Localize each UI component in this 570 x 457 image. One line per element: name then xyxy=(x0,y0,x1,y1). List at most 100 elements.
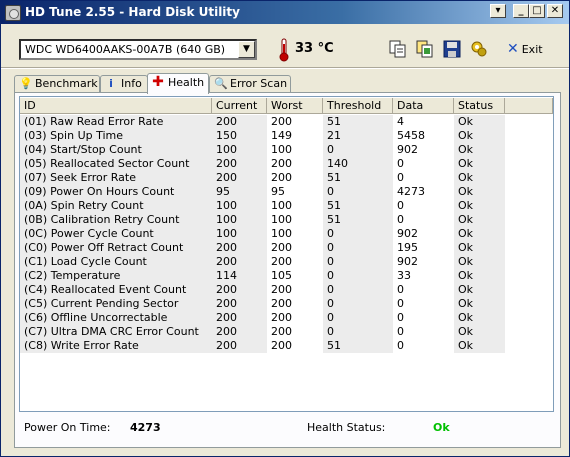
table-row[interactable]: (C2) Temperature 114 105 0 33 Ok xyxy=(20,269,553,283)
thermometer-icon xyxy=(279,38,289,62)
copy-screenshot-icon[interactable] xyxy=(414,38,436,60)
status-value: Ok xyxy=(454,129,505,143)
column-header-threshold[interactable]: Threshold xyxy=(323,98,393,114)
attribute-id: (C2) Temperature xyxy=(20,269,212,283)
table-header: ID Current Worst Threshold Data Status xyxy=(20,98,553,114)
current-value: 200 xyxy=(212,157,267,171)
current-value: 114 xyxy=(212,269,267,283)
drive-select-value: WDC WD6400AAKS-00A7B (640 GB) xyxy=(25,43,226,56)
lightbulb-icon: 💡 xyxy=(19,77,33,90)
attribute-id: (C0) Power Off Retract Count xyxy=(20,241,212,255)
table-row[interactable]: (C1) Load Cycle Count 200 200 0 902 Ok xyxy=(20,255,553,269)
raw-data-value: 902 xyxy=(393,255,454,269)
table-row[interactable]: (0C) Power Cycle Count 100 100 0 902 Ok xyxy=(20,227,553,241)
current-value: 200 xyxy=(212,311,267,325)
table-row[interactable]: (09) Power On Hours Count 95 95 0 4273 Ok xyxy=(20,185,553,199)
threshold-value: 0 xyxy=(323,185,393,199)
worst-value: 200 xyxy=(267,241,323,255)
health-status-label: Health Status: xyxy=(307,421,386,434)
threshold-value: 0 xyxy=(323,241,393,255)
tab-error-scan[interactable]: 🔍 Error Scan xyxy=(209,75,291,93)
status-value: Ok xyxy=(454,157,505,171)
exit-button[interactable]: ✕ Exit xyxy=(507,40,547,60)
threshold-value: 0 xyxy=(323,325,393,339)
worst-value: 200 xyxy=(267,325,323,339)
temperature-value: 33 °C xyxy=(295,41,334,56)
table-row[interactable]: (C4) Reallocated Event Count 200 200 0 0 Ok xyxy=(20,283,553,297)
minimize-button[interactable]: _ xyxy=(513,4,529,18)
health-status-value: Ok xyxy=(433,421,450,434)
table-row[interactable]: (07) Seek Error Rate 200 200 51 0 Ok xyxy=(20,171,553,185)
worst-value: 95 xyxy=(267,185,323,199)
chevron-down-icon[interactable]: ▼ xyxy=(238,41,255,58)
tab-health[interactable]: ✚ Health xyxy=(147,73,209,94)
table-row[interactable]: (05) Reallocated Sector Count 200 200 140 0 O… xyxy=(20,157,553,171)
scroll-down-button[interactable]: ▾ xyxy=(490,4,506,18)
table-row[interactable]: (C0) Power Off Retract Count 200 200 0 195 Ok xyxy=(20,241,553,255)
raw-data-value: 0 xyxy=(393,283,454,297)
table-row[interactable]: (0A) Spin Retry Count 100 100 51 0 Ok xyxy=(20,199,553,213)
table-row[interactable]: (04) Start/Stop Count 100 100 0 902 Ok xyxy=(20,143,553,157)
worst-value: 100 xyxy=(267,199,323,213)
attribute-id: (01) Raw Read Error Rate xyxy=(20,115,212,129)
toolbar-divider xyxy=(1,67,569,69)
threshold-value: 0 xyxy=(323,283,393,297)
column-header-worst[interactable]: Worst xyxy=(267,98,323,114)
raw-data-value: 33 xyxy=(393,269,454,283)
status-value: Ok xyxy=(454,339,505,353)
worst-value: 200 xyxy=(267,297,323,311)
attribute-id: (C1) Load Cycle Count xyxy=(20,255,212,269)
save-icon[interactable] xyxy=(441,38,463,60)
tab-info[interactable]: i Info xyxy=(100,75,148,93)
table-row[interactable]: (0B) Calibration Retry Count 100 100 51 0 Ok xyxy=(20,213,553,227)
attribute-id: (05) Reallocated Sector Count xyxy=(20,157,212,171)
worst-value: 100 xyxy=(267,143,323,157)
table-row[interactable]: (01) Raw Read Error Rate 200 200 51 4 Ok xyxy=(20,115,553,129)
current-value: 100 xyxy=(212,213,267,227)
attribute-id: (C6) Offline Uncorrectable xyxy=(20,311,212,325)
attribute-id: (09) Power On Hours Count xyxy=(20,185,212,199)
raw-data-value: 902 xyxy=(393,227,454,241)
attribute-id: (0A) Spin Retry Count xyxy=(20,199,212,213)
current-value: 95 xyxy=(212,185,267,199)
copy-info-icon[interactable] xyxy=(387,38,409,60)
table-row[interactable]: (C6) Offline Uncorrectable 200 200 0 0 Ok xyxy=(20,311,553,325)
raw-data-value: 0 xyxy=(393,199,454,213)
threshold-value: 0 xyxy=(323,227,393,241)
column-header-status[interactable]: Status xyxy=(454,98,505,114)
column-header-data[interactable]: Data xyxy=(393,98,454,114)
table-row[interactable]: (C7) Ultra DMA CRC Error Count 200 200 0 0 Ok xyxy=(20,325,553,339)
red-cross-icon: ✚ xyxy=(152,74,164,90)
power-on-time-label: Power On Time: xyxy=(24,421,111,434)
status-value: Ok xyxy=(454,325,505,339)
worst-value: 200 xyxy=(267,171,323,185)
title-bar[interactable]: HD Tune 2.55 - Hard Disk Utility ▾ _ □ ✕ xyxy=(1,1,569,24)
tab-health-label: Health xyxy=(168,76,205,89)
attribute-id: (C4) Reallocated Event Count xyxy=(20,283,212,297)
worst-value: 200 xyxy=(267,283,323,297)
drive-select[interactable]: WDC WD6400AAKS-00A7B (640 GB) ▼ xyxy=(19,39,257,60)
smart-attributes-table[interactable]: ID Current Worst Threshold Data Status (… xyxy=(19,96,554,412)
column-header-id[interactable]: ID xyxy=(20,98,212,114)
raw-data-value: 4273 xyxy=(393,185,454,199)
raw-data-value: 5458 xyxy=(393,129,454,143)
status-value: Ok xyxy=(454,269,505,283)
column-header-current[interactable]: Current xyxy=(212,98,267,114)
table-row[interactable]: (C8) Write Error Rate 200 200 51 0 Ok xyxy=(20,339,553,353)
options-icon[interactable] xyxy=(468,38,490,60)
status-value: Ok xyxy=(454,311,505,325)
status-value: Ok xyxy=(454,185,505,199)
current-value: 100 xyxy=(212,199,267,213)
status-bar: Power On Time: 4273 Health Status: Ok xyxy=(15,418,560,438)
raw-data-value: 902 xyxy=(393,143,454,157)
table-row[interactable]: (C5) Current Pending Sector 200 200 0 0 Ok xyxy=(20,297,553,311)
current-value: 200 xyxy=(212,297,267,311)
current-value: 200 xyxy=(212,115,267,129)
tab-benchmark[interactable]: 💡 Benchmark xyxy=(14,75,100,93)
table-row[interactable]: (03) Spin Up Time 150 149 21 5458 Ok xyxy=(20,129,553,143)
close-button[interactable]: ✕ xyxy=(547,4,563,18)
threshold-value: 21 xyxy=(323,129,393,143)
status-value: Ok xyxy=(454,213,505,227)
current-value: 150 xyxy=(212,129,267,143)
maximize-button[interactable]: □ xyxy=(529,4,545,18)
